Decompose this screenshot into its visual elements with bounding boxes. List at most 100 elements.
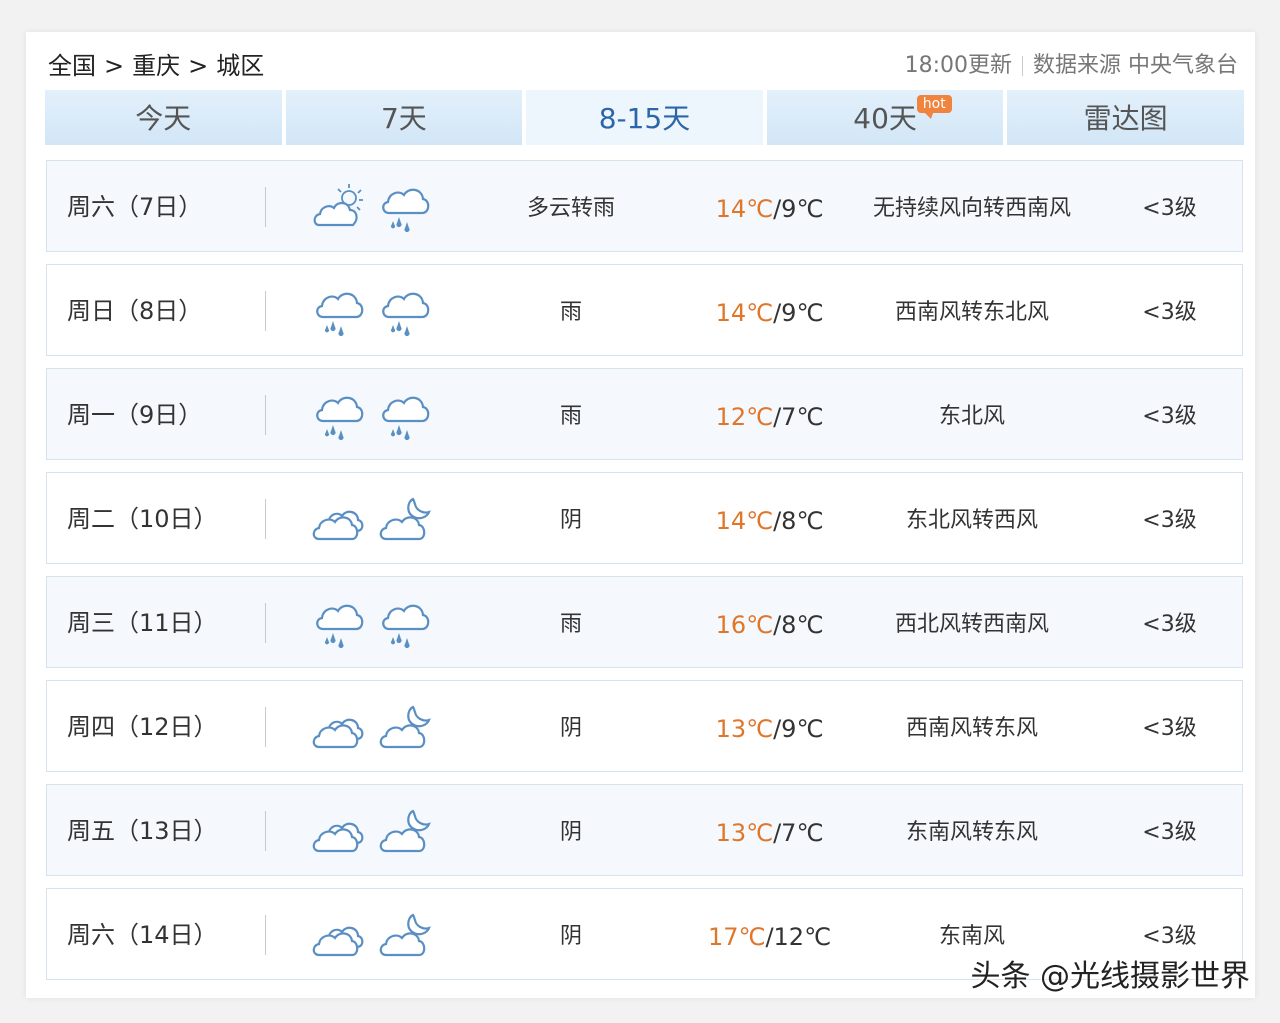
- top-bar: 全国 > 重庆 > 城区 18:00更新 数据来源 中央气象台: [48, 48, 1238, 84]
- forecast-list: 周六（7日） 多云转雨 14℃/9℃ 无持续风向转西南风 <3级 周日（8日）雨 14℃/9…: [46, 160, 1243, 992]
- rain-icon: [316, 292, 364, 336]
- overcast-icon: [312, 822, 364, 853]
- wind-direction: 西南风转东北风: [894, 300, 1049, 325]
- forecast-day: 周六（14日）: [67, 921, 218, 949]
- rain-icon: [382, 188, 430, 232]
- forecast-day: 周四（12日）: [67, 713, 218, 741]
- wind-direction: 西北风转西南风: [894, 612, 1049, 637]
- low-temp: /12℃: [765, 923, 832, 951]
- wind-level: <3级: [1142, 508, 1197, 533]
- high-temp: 14℃: [715, 195, 774, 223]
- overcast-icon: [312, 926, 364, 957]
- low-temp: /9℃: [773, 195, 824, 223]
- wind-level: <3级: [1142, 404, 1197, 429]
- high-temp: 16℃: [715, 611, 774, 639]
- wind-level: <3级: [1142, 820, 1197, 845]
- data-source: 数据来源 中央气象台: [1033, 53, 1238, 78]
- high-temp: 13℃: [715, 819, 774, 847]
- rain-icon: [382, 292, 430, 336]
- temperature: 14℃/9℃: [697, 161, 842, 257]
- high-temp: 12℃: [715, 403, 774, 431]
- high-temp: 17℃: [707, 923, 766, 951]
- forecast-day: 周日（8日）: [67, 297, 203, 325]
- weather-description: 阴: [559, 820, 582, 845]
- update-time: 18:00更新: [904, 53, 1012, 78]
- wind-direction: 无持续风向转西南风: [872, 196, 1071, 221]
- weather-description: 阴: [559, 716, 582, 741]
- low-temp: /7℃: [773, 403, 824, 431]
- low-temp: /9℃: [773, 299, 824, 327]
- rain-icon: [316, 396, 364, 440]
- low-temp: /9℃: [773, 715, 824, 743]
- overcast-icon: [312, 510, 364, 541]
- rain-icon: [382, 604, 430, 648]
- tab-7-days[interactable]: 7天: [285, 90, 523, 145]
- temperature: 13℃/7℃: [697, 785, 842, 881]
- wind-level: <3级: [1142, 300, 1197, 325]
- tab-today[interactable]: 今天: [45, 90, 282, 145]
- temperature: 12℃/7℃: [697, 369, 842, 465]
- forecast-row: 周一（9日） 雨 12℃/7℃ 东北风 <3级: [46, 368, 1243, 460]
- tab-label: 今天: [135, 102, 192, 135]
- rain-icon: [382, 396, 430, 440]
- wind-level: <3级: [1142, 612, 1197, 637]
- tab-label: 7天: [380, 102, 427, 135]
- update-meta: 18:00更新 数据来源 中央气象台: [905, 48, 1238, 84]
- breadcrumb-separator: >: [104, 52, 125, 80]
- forecast-tabs: 今天 7天 8-15天 40天 hot 雷达图: [45, 90, 1244, 145]
- watermark: 头条 @光线摄影世界: [970, 959, 1250, 994]
- tab-8-15-days[interactable]: 8-15天: [526, 90, 763, 145]
- breadcrumb-separator: >: [188, 52, 209, 80]
- tab-label: 雷达图: [1083, 102, 1168, 135]
- wind-level: <3级: [1142, 196, 1197, 221]
- forecast-row: 周六（7日） 多云转雨 14℃/9℃ 无持续风向转西南风 <3级: [46, 160, 1243, 252]
- row-divider: [265, 187, 266, 227]
- forecast-row: 周日（8日） 雨 14℃/9℃ 西南风转东北风 <3级: [46, 264, 1243, 356]
- temperature: 13℃/9℃: [697, 681, 842, 777]
- forecast-row: 周五（13日） 阴 13℃/7℃ 东南风转东风 <3级: [46, 784, 1243, 876]
- row-divider: [265, 915, 266, 955]
- cloudy-night-icon: [379, 705, 431, 749]
- rain-icon: [316, 604, 364, 648]
- breadcrumb-district: 城区: [216, 52, 265, 80]
- forecast-day: 周二（10日）: [67, 505, 218, 533]
- meta-divider: [1022, 56, 1023, 76]
- weather-description: 雨: [559, 404, 582, 429]
- forecast-row: 周三（11日） 雨 16℃/8℃ 西北风转西南风 <3级: [46, 576, 1243, 668]
- tab-label: 8-15天: [598, 102, 691, 135]
- weather-description: 雨: [559, 612, 582, 637]
- low-temp: /7℃: [773, 819, 824, 847]
- low-temp: /8℃: [773, 611, 824, 639]
- forecast-row: 周二（10日） 阴 14℃/8℃ 东北风转西风 <3级: [46, 472, 1243, 564]
- weather-description: 多云转雨: [526, 196, 615, 221]
- weather-description: 阴: [559, 924, 582, 949]
- cloudy-night-icon: [379, 497, 431, 541]
- partly-cloudy-icon: [313, 184, 363, 227]
- breadcrumb-province[interactable]: 重庆: [132, 48, 180, 84]
- forecast-day: 周三（11日）: [67, 609, 218, 637]
- tab-40-days[interactable]: 40天 hot: [766, 90, 1004, 145]
- wind-direction: 西南风转东风: [905, 716, 1038, 741]
- overcast-icon: [312, 718, 364, 749]
- cloudy-night-icon: [379, 809, 431, 853]
- weather-description: 雨: [559, 300, 582, 325]
- temperature: 17℃/12℃: [697, 889, 842, 985]
- row-divider: [265, 291, 266, 331]
- temperature: 14℃/9℃: [697, 265, 842, 361]
- low-temp: /8℃: [773, 507, 824, 535]
- wind-level: <3级: [1142, 716, 1197, 741]
- cloudy-night-icon: [379, 913, 431, 957]
- wind-direction: 东北风: [938, 404, 1005, 429]
- high-temp: 14℃: [715, 507, 774, 535]
- tab-radar[interactable]: 雷达图: [1007, 90, 1244, 145]
- row-divider: [265, 395, 266, 435]
- forecast-row: 周四（12日） 阴 13℃/9℃ 西南风转东风 <3级: [46, 680, 1243, 772]
- hot-badge: hot: [916, 95, 952, 119]
- row-divider: [265, 603, 266, 643]
- row-divider: [265, 811, 266, 851]
- tab-label: 40天: [853, 102, 917, 135]
- temperature: 14℃/8℃: [697, 473, 842, 569]
- breadcrumb-country[interactable]: 全国: [48, 48, 96, 84]
- breadcrumb: 全国 > 重庆 > 城区: [48, 48, 264, 84]
- temperature: 16℃/8℃: [697, 577, 842, 673]
